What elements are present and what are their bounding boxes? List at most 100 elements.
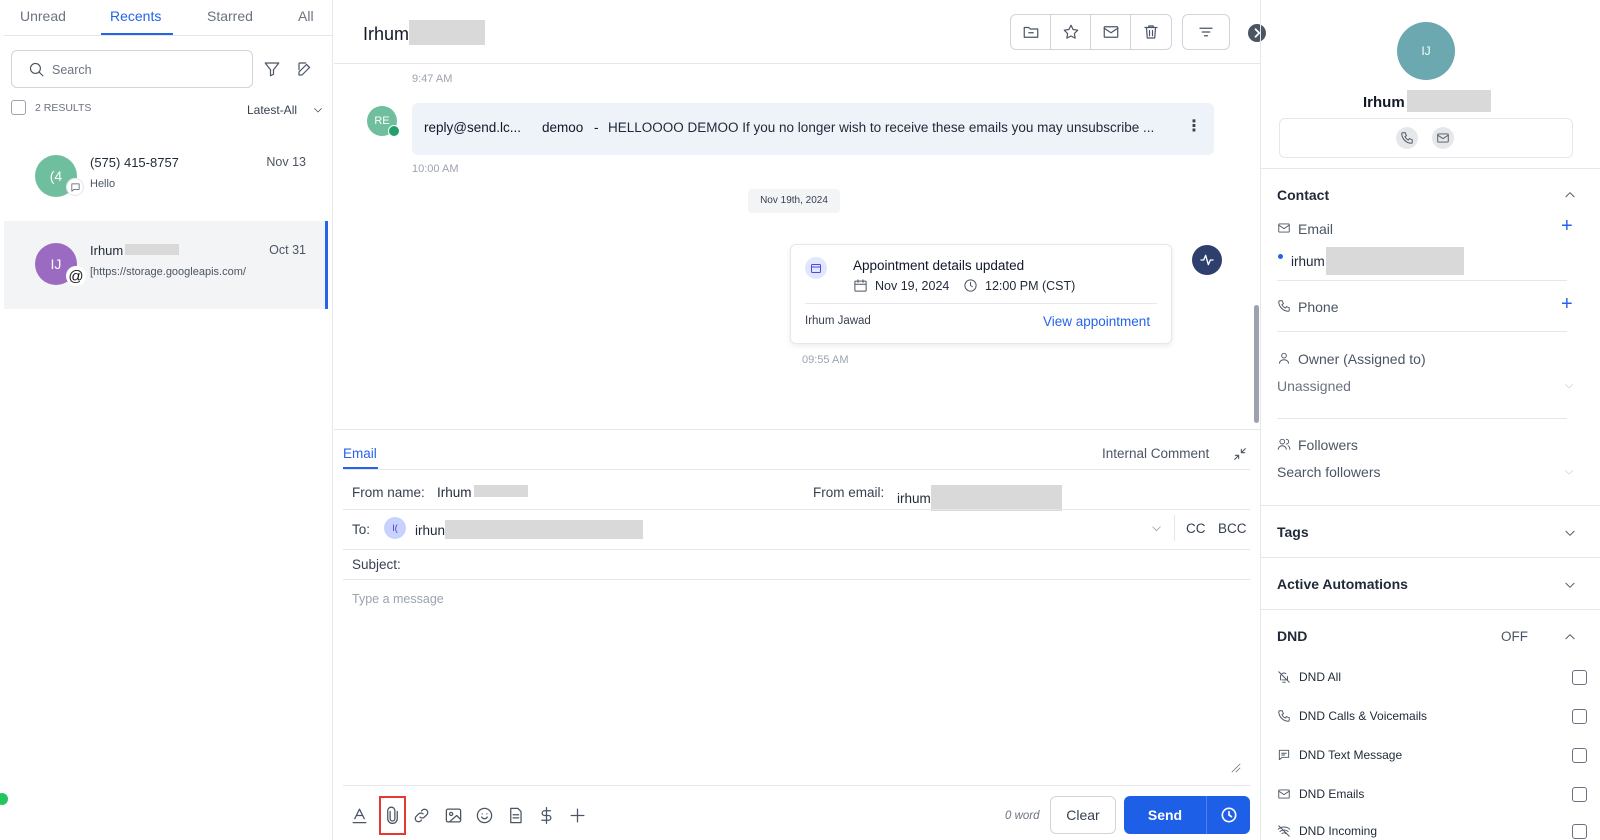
call-button[interactable] [1396, 127, 1418, 149]
word-count: 0 word [1005, 810, 1040, 822]
filter-messages-button[interactable] [1183, 15, 1229, 49]
dnd-emails-row[interactable]: DND Emails [1277, 785, 1587, 805]
chevron-up-icon[interactable] [1563, 630, 1577, 644]
calendar-badge [805, 257, 827, 279]
image-icon[interactable] [444, 806, 463, 825]
view-appointment-link[interactable]: View appointment [1043, 314, 1150, 329]
from-email-field[interactable]: irhum [897, 485, 1062, 511]
dnd-text-checkbox[interactable] [1572, 748, 1587, 763]
email-message-bubble[interactable]: reply@send.lc... demoo - HELLOOOO DEMOO … [412, 103, 1214, 155]
wifi-off-icon [1277, 825, 1291, 837]
appointment-time: 12:00 PM (CST) [985, 279, 1076, 293]
select-all-checkbox[interactable] [11, 100, 26, 115]
mark-unread-button[interactable] [1091, 15, 1131, 49]
row-divider [343, 469, 1250, 470]
cc-button[interactable]: CC [1186, 521, 1206, 536]
subject-input[interactable] [422, 551, 1242, 579]
chevron-down-icon[interactable] [1563, 526, 1577, 540]
dnd-all-row[interactable]: DND All [1277, 668, 1587, 688]
chevron-down-icon[interactable] [1563, 466, 1575, 478]
message-body-input[interactable]: Type a message [343, 586, 1250, 776]
payment-icon[interactable] [537, 806, 556, 825]
activity-avatar [1192, 245, 1222, 275]
attach-button-highlight[interactable] [379, 796, 406, 835]
conversation-preview: [https://storage.googleapis.com/ [90, 266, 246, 278]
message-icon [1278, 749, 1290, 761]
sort-dropdown[interactable]: Latest-All [247, 103, 297, 117]
dnd-text-label: DND Text Message [1299, 748, 1403, 762]
automations-section-title[interactable]: Active Automations [1277, 576, 1408, 592]
bcc-button[interactable]: BCC [1218, 521, 1247, 536]
tab-starred[interactable]: Starred [207, 8, 253, 24]
conversation-date: Nov 13 [266, 155, 306, 169]
row-divider [343, 785, 1250, 786]
schedule-send-button[interactable] [1207, 796, 1250, 834]
link-icon[interactable] [412, 806, 431, 825]
recipient-avatar: I( [384, 517, 406, 539]
tab-unread[interactable]: Unread [20, 8, 66, 24]
owner-select[interactable]: Unassigned [1277, 378, 1351, 394]
conversation-item[interactable]: (4 (575) 415-8757 Nov 13 Hello [4, 133, 328, 221]
star-button[interactable] [1051, 15, 1091, 49]
tab-email[interactable]: Email [343, 446, 377, 461]
text-format-icon[interactable] [350, 806, 369, 825]
redacted-text [409, 20, 486, 45]
chevron-down-icon[interactable] [1150, 522, 1163, 535]
tab-all[interactable]: All [298, 8, 314, 24]
delete-button[interactable] [1131, 15, 1171, 49]
dnd-incoming-row[interactable]: DND Incoming [1277, 822, 1587, 840]
message-placeholder: Type a message [352, 592, 444, 606]
appointment-time-stamp: 09:55 AM [802, 354, 849, 366]
clear-button[interactable]: Clear [1050, 796, 1116, 834]
scrollbar[interactable] [1254, 305, 1259, 423]
user-icon [1278, 352, 1290, 364]
email-at-icon: @ [66, 266, 86, 286]
dnd-all-checkbox[interactable] [1572, 670, 1587, 685]
folder-button[interactable] [1011, 15, 1051, 49]
chevron-down-icon[interactable] [1563, 578, 1577, 592]
dnd-emails-checkbox[interactable] [1572, 787, 1587, 802]
from-name-field[interactable]: Irhum [437, 485, 528, 500]
followers-search[interactable]: Search followers [1277, 464, 1381, 480]
dnd-text-row[interactable]: DND Text Message [1277, 746, 1587, 766]
mail-icon [1278, 223, 1290, 233]
send-button[interactable]: Send [1124, 796, 1206, 834]
add-phone-button[interactable]: + [1561, 293, 1573, 316]
dnd-calls-checkbox[interactable] [1572, 709, 1587, 724]
tab-internal-comment[interactable]: Internal Comment [1102, 446, 1209, 461]
conversation-item[interactable]: IJ @ Irhum Oct 31 [https://storage.googl… [4, 221, 328, 309]
email-sender: reply@send.lc... [424, 120, 521, 135]
row-divider [343, 579, 1250, 580]
redacted-text [930, 485, 1062, 511]
email-button[interactable] [1432, 127, 1454, 149]
tags-section-title[interactable]: Tags [1277, 524, 1309, 540]
filter-icon[interactable] [263, 60, 281, 78]
chevron-down-icon[interactable] [312, 104, 324, 116]
message-icon [71, 183, 80, 192]
chevron-down-icon[interactable] [1563, 380, 1575, 392]
to-label: To: [352, 522, 371, 537]
dnd-incoming-checkbox[interactable] [1572, 824, 1587, 839]
resize-handle-icon[interactable] [1230, 762, 1242, 774]
search-input[interactable]: Search [11, 50, 253, 88]
row-divider [343, 549, 1250, 550]
schedule-clock-icon [1221, 807, 1237, 823]
tab-recents[interactable]: Recents [110, 8, 161, 24]
plus-icon[interactable] [568, 806, 587, 825]
phone-label: Phone [1298, 299, 1339, 315]
add-email-button[interactable]: + [1561, 215, 1573, 238]
redacted-text [1325, 247, 1464, 275]
more-options-icon[interactable]: ⋮ [1186, 116, 1202, 136]
collapse-icon[interactable] [1232, 446, 1248, 462]
emoji-icon[interactable] [475, 806, 494, 825]
section-divider [1261, 505, 1600, 506]
template-icon[interactable] [506, 806, 525, 825]
compose-icon[interactable] [296, 60, 314, 78]
chevron-up-icon[interactable] [1563, 188, 1577, 202]
dnd-calls-row[interactable]: DND Calls & Voicemails [1277, 707, 1587, 727]
conversation-list-panel: Unread Recents Starred All Search 2 RESU… [0, 0, 333, 840]
email-separator: - [594, 120, 599, 135]
email-value[interactable]: irhum [1291, 247, 1464, 275]
followers-label: Followers [1298, 437, 1358, 453]
to-field[interactable]: irhun [415, 520, 644, 539]
